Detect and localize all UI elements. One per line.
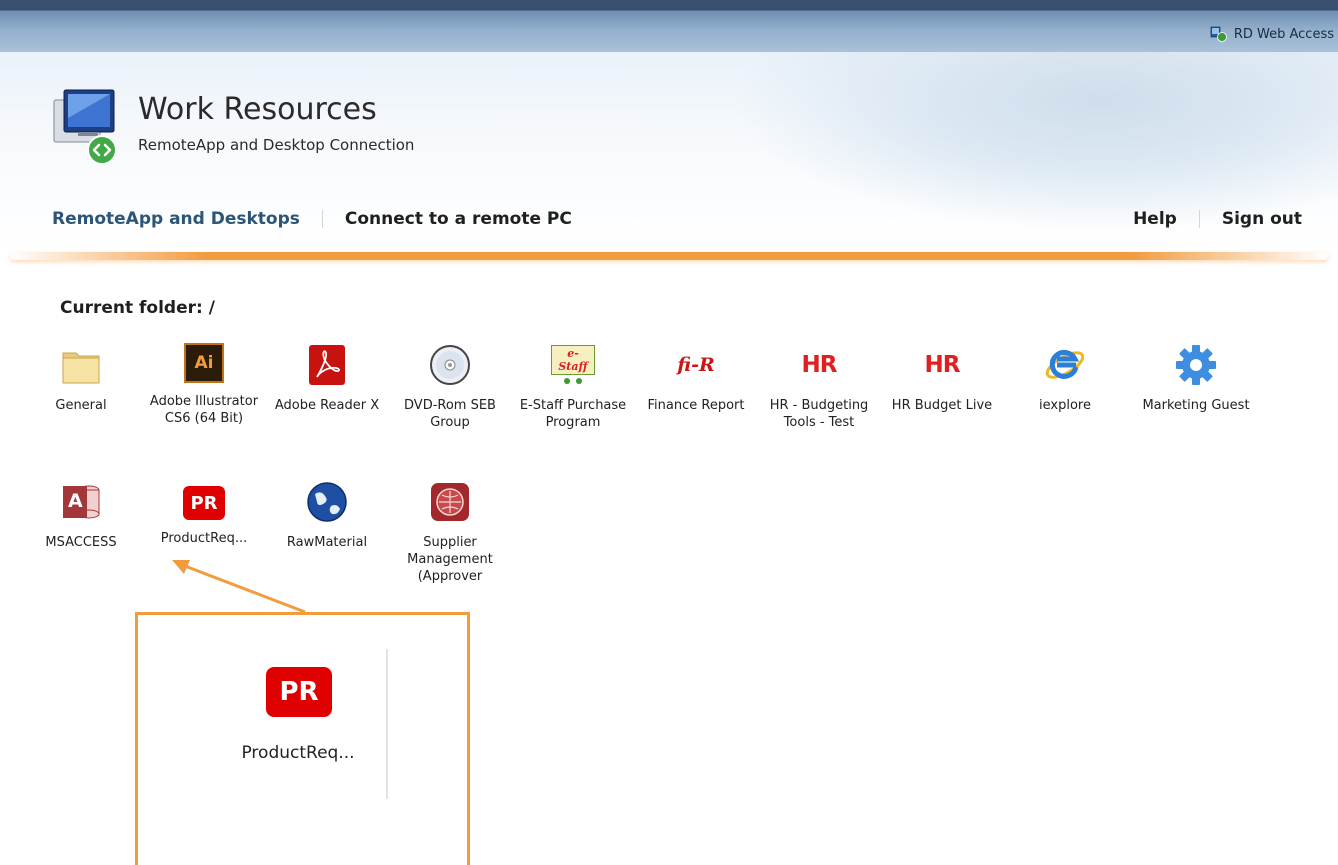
app-label: Adobe Illustrator CS6 (64 Bit) xyxy=(149,394,259,426)
nav-divider xyxy=(321,210,323,228)
app-label: MSACCESS xyxy=(45,535,117,550)
app-tile-iexplore[interactable]: iexplore xyxy=(1005,343,1125,414)
callout-icon-text: PR xyxy=(279,677,319,707)
app-label: RawMaterial xyxy=(286,535,368,550)
access-icon: A xyxy=(59,480,103,524)
estaff-cart-icon: e-Staff xyxy=(551,343,595,387)
internet-explorer-icon xyxy=(1043,343,1087,387)
user-nav: Help Sign out xyxy=(1133,209,1302,229)
illustrator-icon-text: Ai xyxy=(194,353,214,373)
app-tile-adobe-reader[interactable]: Adobe Reader X xyxy=(267,343,387,414)
app-label: Finance Report xyxy=(647,398,745,413)
app-tile-productreq[interactable]: PR ProductReq... xyxy=(144,480,264,547)
zoom-callout: PR ProductReq... xyxy=(135,612,470,865)
supplier-icon xyxy=(428,480,472,524)
app-tile-msaccess[interactable]: A MSACCESS xyxy=(21,480,141,551)
app-tile-dvd-rom[interactable]: DVD-Rom SEB Group xyxy=(390,343,510,431)
nav-sign-out[interactable]: Sign out xyxy=(1222,209,1302,229)
app-tile-hr-budgeting-test[interactable]: HR HR - Budgeting Tools - Test xyxy=(759,343,879,431)
app-tile-e-staff[interactable]: e-Staff E-Staff Purchase Program xyxy=(513,343,633,431)
hr-icon: HR xyxy=(920,343,964,387)
globe-decoration xyxy=(730,52,1338,232)
app-tile-hr-budget-live[interactable]: HR HR Budget Live xyxy=(882,343,1002,414)
app-tile-adobe-illustrator[interactable]: Ai Adobe Illustrator CS6 (64 Bit) xyxy=(144,343,264,427)
app-label: General xyxy=(55,398,107,413)
acrobat-icon xyxy=(305,343,349,387)
fi-r-icon-text: fi-R xyxy=(677,354,715,376)
app-tile-finance-report[interactable]: fi-R Finance Report xyxy=(636,343,756,414)
globe-icon xyxy=(305,480,349,524)
nav-help[interactable]: Help xyxy=(1133,209,1177,229)
app-tile-general[interactable]: General xyxy=(21,343,141,414)
page-subtitle: RemoteApp and Desktop Connection xyxy=(138,136,415,154)
pr-icon: PR xyxy=(183,486,225,520)
callout-divider xyxy=(386,649,388,799)
current-folder-label: Current folder: / xyxy=(60,298,215,318)
fi-r-icon: fi-R xyxy=(674,343,718,387)
app-tile-supplier-management[interactable]: Supplier Management (Approver xyxy=(390,480,510,585)
rd-web-access-label: RD Web Access xyxy=(1233,26,1334,42)
nav-divider xyxy=(1198,210,1200,228)
app-label: HR - Budgeting Tools - Test xyxy=(769,398,869,430)
hr-icon-text: HR xyxy=(924,352,961,378)
app-tile-marketing-guest[interactable]: Marketing Guest xyxy=(1136,343,1256,414)
dvd-icon xyxy=(428,343,472,387)
folder-icon xyxy=(59,343,103,387)
pr-icon-text: PR xyxy=(190,492,218,514)
callout-label: ProductReq... xyxy=(241,743,355,763)
top-strip xyxy=(0,0,1338,52)
app-label: iexplore xyxy=(1039,398,1091,413)
app-label: E-Staff Purchase Program xyxy=(519,398,627,430)
app-label: DVD-Rom SEB Group xyxy=(404,398,496,430)
access-icon-text: A xyxy=(68,490,83,512)
illustrator-icon: Ai xyxy=(184,343,224,383)
hr-icon: HR xyxy=(797,343,841,387)
estaff-icon-text: e-Staff xyxy=(551,345,595,375)
gear-icon xyxy=(1174,343,1218,387)
hr-icon-text: HR xyxy=(801,352,838,378)
nav-connect-remote-pc[interactable]: Connect to a remote PC xyxy=(345,209,572,229)
remote-desktop-logo-icon xyxy=(50,88,130,168)
main-nav: RemoteApp and Desktops Connect to a remo… xyxy=(52,209,572,229)
app-label: Marketing Guest xyxy=(1142,398,1250,413)
app-label: Supplier Management (Approver xyxy=(407,535,493,584)
app-label: HR Budget Live xyxy=(891,398,993,413)
rd-web-access-icon xyxy=(1210,26,1228,42)
app-label: Adobe Reader X xyxy=(274,398,380,413)
app-label: ProductReq... xyxy=(160,531,248,546)
pr-icon: PR xyxy=(266,667,332,717)
nav-remoteapp-desktops[interactable]: RemoteApp and Desktops xyxy=(52,209,300,229)
orange-divider xyxy=(10,252,1328,260)
app-tile-rawmaterial[interactable]: RawMaterial xyxy=(267,480,387,551)
page-title: Work Resources xyxy=(138,92,377,127)
rd-web-access-link[interactable]: RD Web Access xyxy=(1210,24,1334,44)
